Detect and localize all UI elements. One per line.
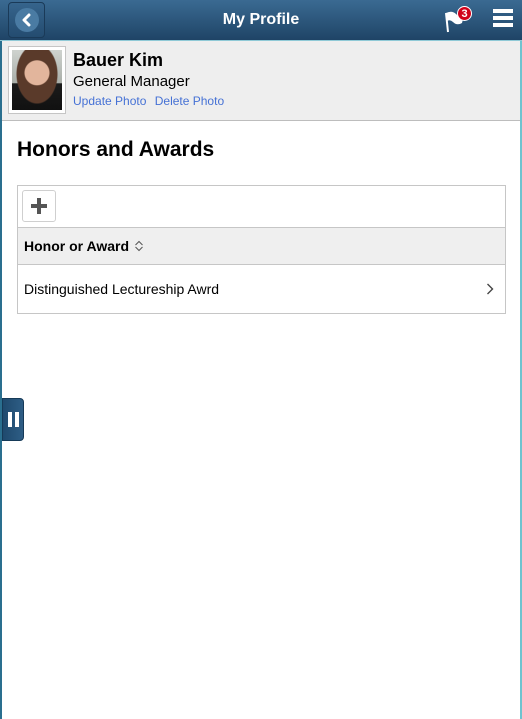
table-row[interactable]: Distinguished Lectureship Awrd (18, 265, 505, 312)
grid-column-header[interactable]: Honor or Award (18, 228, 505, 265)
photo-links: Update Photo Delete Photo (73, 94, 229, 108)
profile-header: Bauer Kim General Manager Update Photo D… (2, 41, 520, 121)
avatar (12, 50, 62, 110)
delete-photo-link[interactable]: Delete Photo (155, 94, 224, 108)
column-header-label: Honor or Award (24, 238, 130, 254)
add-row-button[interactable] (22, 190, 56, 222)
update-photo-link[interactable]: Update Photo (73, 94, 146, 108)
grid-toolbar (18, 186, 505, 228)
notification-count-badge: 3 (457, 6, 472, 21)
profile-job-title: General Manager (73, 73, 190, 90)
pause-handle-bar (14, 412, 19, 427)
sort-updown-icon[interactable] (134, 240, 144, 252)
profile-photo (8, 46, 66, 114)
header-bar: My Profile 3 (0, 0, 522, 41)
plus-icon (31, 198, 47, 214)
chevron-right-icon (487, 283, 494, 295)
notifications-button[interactable]: 3 (444, 6, 474, 33)
side-panel-handle[interactable] (2, 398, 24, 441)
pause-handle-icon (7, 412, 12, 427)
section-title: Honors and Awards (17, 138, 215, 161)
honors-grid: Honor or Award Distinguished Lectureship… (17, 185, 506, 314)
row-label: Distinguished Lectureship Awrd (24, 280, 220, 297)
profile-name: Bauer Kim (73, 50, 164, 70)
hamburger-menu-icon[interactable] (493, 9, 513, 27)
